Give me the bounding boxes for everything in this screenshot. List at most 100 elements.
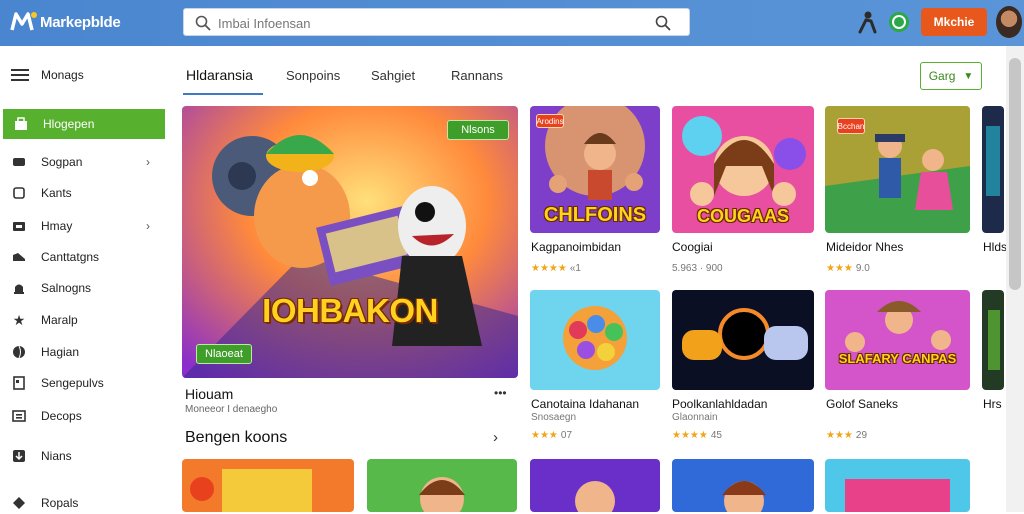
rating-stars-value: ★★★★ [672,430,708,441]
game-card[interactable] [530,459,660,512]
game-art-title: CHLFOINS [543,204,647,226]
logo-icon [10,12,37,31]
tag-icon [12,496,26,510]
game-card-partial[interactable] [982,106,1004,233]
game-title[interactable]: Kagpanoimbidan [531,240,621,254]
controller-icon [12,155,26,169]
rating-number: 07 [560,430,573,441]
tab-2[interactable]: Sonpoins [286,68,340,83]
game-thumbnail [367,459,517,512]
sidebar-item-1[interactable]: Sogpan › [12,151,162,173]
game-card[interactable] [182,459,354,512]
tab-underline [183,93,263,95]
list-icon [12,409,26,423]
game-title[interactable]: Mideidor Nhes [826,240,903,254]
tab-4[interactable]: Rannans [451,68,503,83]
game-title[interactable]: Golof Saneks [826,397,898,411]
download-icon [12,449,26,463]
rating-number: «1 [569,263,581,274]
sidebar-item-7[interactable]: Hagian [12,341,162,363]
game-thumbnail [825,459,970,512]
chevron-right-icon[interactable]: › [493,429,498,446]
sidebar-item-label: Salnogns [41,281,92,295]
game-badge: Bcchan [837,118,865,134]
game-subtitle: Snosaegn [531,412,577,423]
game-thumbnail [672,459,814,512]
game-card[interactable] [672,290,814,390]
scrollbar[interactable] [1006,46,1024,512]
logo[interactable]: Markepblde [10,9,121,35]
rating-stars-value: ★★★ [826,263,853,274]
sidebar-item-label: Sengepulvs [41,376,104,390]
search-bar[interactable] [183,8,690,36]
game-title[interactable]: Hrs [983,397,1002,411]
shoe-icon [12,250,26,264]
game-card[interactable] [530,290,660,390]
game-card[interactable] [825,459,970,512]
hero-play-button[interactable]: Nlaoeat [196,344,252,364]
game-card[interactable]: COUGAAS [672,106,814,233]
hero-badge: Nlsons [447,120,509,140]
rating-stars: ★★★★ «1 [531,263,581,274]
chevron-right-icon: › [146,155,150,169]
game-art-title: SLAFARY CANPAS [838,351,957,366]
sort-dropdown[interactable]: Garg ▼ [920,62,982,90]
search-submit-icon[interactable] [655,15,671,31]
game-title[interactable]: Hlds [983,240,1007,254]
sidebar-item-8[interactable]: Sengepulvs [12,372,162,394]
hero-subtitle: Moneeor I denaegho [185,404,278,415]
sidebar-item-label: Maralp [41,313,78,327]
sidebar-item-label: Canttatgns [41,250,100,264]
sidebar-item-6[interactable]: ★ Maralp [12,309,162,331]
cta-button[interactable]: Mkchie [921,8,987,36]
sidebar-item-11[interactable]: Ropals [12,492,162,514]
scrollbar-thumb[interactable] [1009,58,1021,290]
grid-icon [12,376,26,390]
game-thumbnail [530,290,660,390]
sidebar-item-10[interactable]: Nians [12,445,162,467]
game-title[interactable]: Coogiai [672,240,713,254]
rating-stars-value: ★★★★ [531,263,567,274]
sidebar-item-9[interactable]: Decops [12,405,162,427]
game-card[interactable] [367,459,517,512]
sidebar-item-label: Decops [41,409,82,423]
sidebar-item-label: Ropals [41,496,79,510]
game-title[interactable]: Poolkanlahldadan [672,397,767,411]
tab-3[interactable]: Sahgiet [371,68,415,83]
menu-label: Monags [41,68,84,82]
game-thumbnail [825,290,970,390]
game-title[interactable]: Canotaina Idahanan [531,397,639,411]
hero-art [182,106,518,378]
game-card-partial[interactable] [982,290,1004,390]
game-card[interactable]: CHLFOINS Arodins [530,106,660,233]
sidebar-item-5[interactable]: Salnogns [12,277,162,299]
hero-banner[interactable]: Nlsons IOHBAKON Nlaoeat [182,106,518,378]
top-bar: Markepblde Mkchie [0,0,1024,46]
shield-icon[interactable] [888,10,910,34]
game-subtitle: Glaonnain [672,412,718,423]
game-card[interactable]: Bcchan [825,106,970,233]
game-badge: Arodins [536,114,564,128]
sidebar: Monags Hlogepen Sogpan › Kants Hmay › Ca… [0,46,170,512]
hero-caption[interactable]: Hiouam [185,386,233,402]
game-card[interactable] [672,459,814,512]
store-icon [15,117,27,130]
more-options-icon[interactable]: ••• [494,386,507,400]
user-figure-icon[interactable] [856,10,878,34]
tab-active[interactable]: Hldaransia [186,67,253,83]
menu-toggle[interactable]: Monags [11,68,84,82]
rating-stars-value: ★★★ [826,430,853,441]
sidebar-item-active[interactable]: Hlogepen [3,109,165,139]
sidebar-item-4[interactable]: Canttatgns [12,246,162,268]
gift-icon [12,186,26,200]
search-input[interactable] [218,13,638,33]
section-title: Bengen koons [185,429,288,446]
rating-number: 45 [710,430,722,441]
rating-stars: ★★★★ 45 [672,430,722,441]
sidebar-item-2[interactable]: Kants [12,182,162,204]
sidebar-item-3[interactable]: Hmay › [12,215,162,237]
avatar[interactable] [996,6,1022,38]
sidebar-item-label: Hagian [41,345,80,359]
hamburger-icon [11,69,29,81]
game-card[interactable]: SLAFARY CANPAS [825,290,970,390]
